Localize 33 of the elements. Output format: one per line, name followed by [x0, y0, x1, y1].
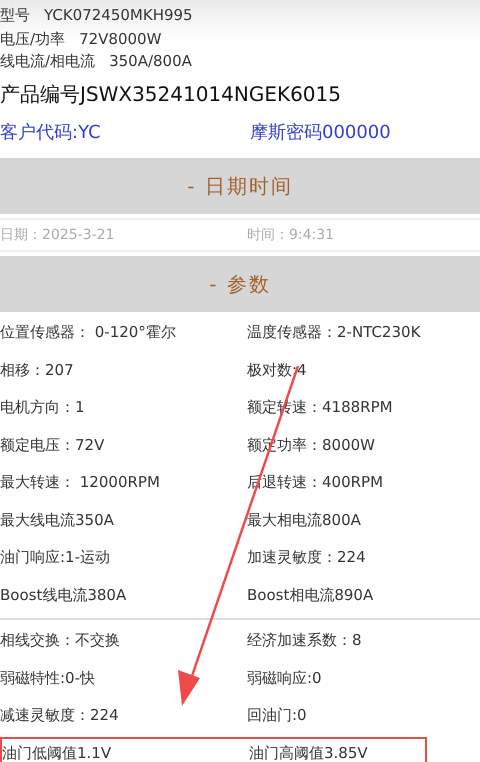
- info-value: 72V8000W: [79, 30, 162, 48]
- date-text: 日期：2025-3-21: [0, 226, 116, 244]
- morse-code: 摩斯密码000000: [250, 121, 392, 144]
- param-text: 相移：207: [0, 360, 75, 380]
- info-value: 350A/800A: [109, 52, 192, 70]
- info-label: 电压/功率: [0, 30, 66, 48]
- customer-code: 客户代码:YC: [0, 121, 102, 144]
- param-text: 回油门:0: [247, 706, 308, 726]
- param-text: 弱磁特性:0-快: [0, 668, 96, 688]
- param-text: 油门响应:1-运动: [0, 548, 112, 568]
- param-text: 最大相电流800A: [247, 510, 362, 530]
- param-text: 最大转速： 12000RPM: [0, 473, 161, 492]
- section-header[interactable]: - 参数: [0, 256, 480, 312]
- section-header[interactable]: - 日期时间: [0, 158, 480, 214]
- param-text: 经济加速系数：8: [247, 631, 363, 650]
- info-label: 型号: [0, 6, 30, 24]
- param-text: 加速灵敏度：224: [247, 548, 367, 568]
- param-text: 弱磁响应:0: [247, 668, 323, 688]
- param-text: 最大线电流350A: [0, 510, 115, 530]
- param-text: 温度传感器：2-NTC230K: [247, 323, 422, 342]
- param-text: 位置传感器： 0-120°霍尔: [0, 323, 177, 342]
- param-text: Boost线电流380A: [0, 586, 128, 605]
- param-text: Boost相电流890A: [247, 586, 374, 605]
- param-text: 相线交换：不交换: [0, 631, 121, 650]
- param-text: 油门高阈值3.85V: [249, 744, 369, 762]
- param-text: 电机方向：1: [0, 398, 86, 418]
- info-label: 线电流/相电流: [0, 52, 96, 70]
- param-text: 减速灵敏度：224: [0, 706, 120, 726]
- info-value: YCK072450MKH995: [44, 6, 193, 24]
- product-number: 产品编号JSWX35241014NGEK6015: [0, 80, 341, 108]
- time-text: 时间：9:4:31: [247, 226, 336, 244]
- param-text: 额定电压：72V: [0, 436, 106, 455]
- param-text: 油门低阈值1.1V: [2, 744, 112, 762]
